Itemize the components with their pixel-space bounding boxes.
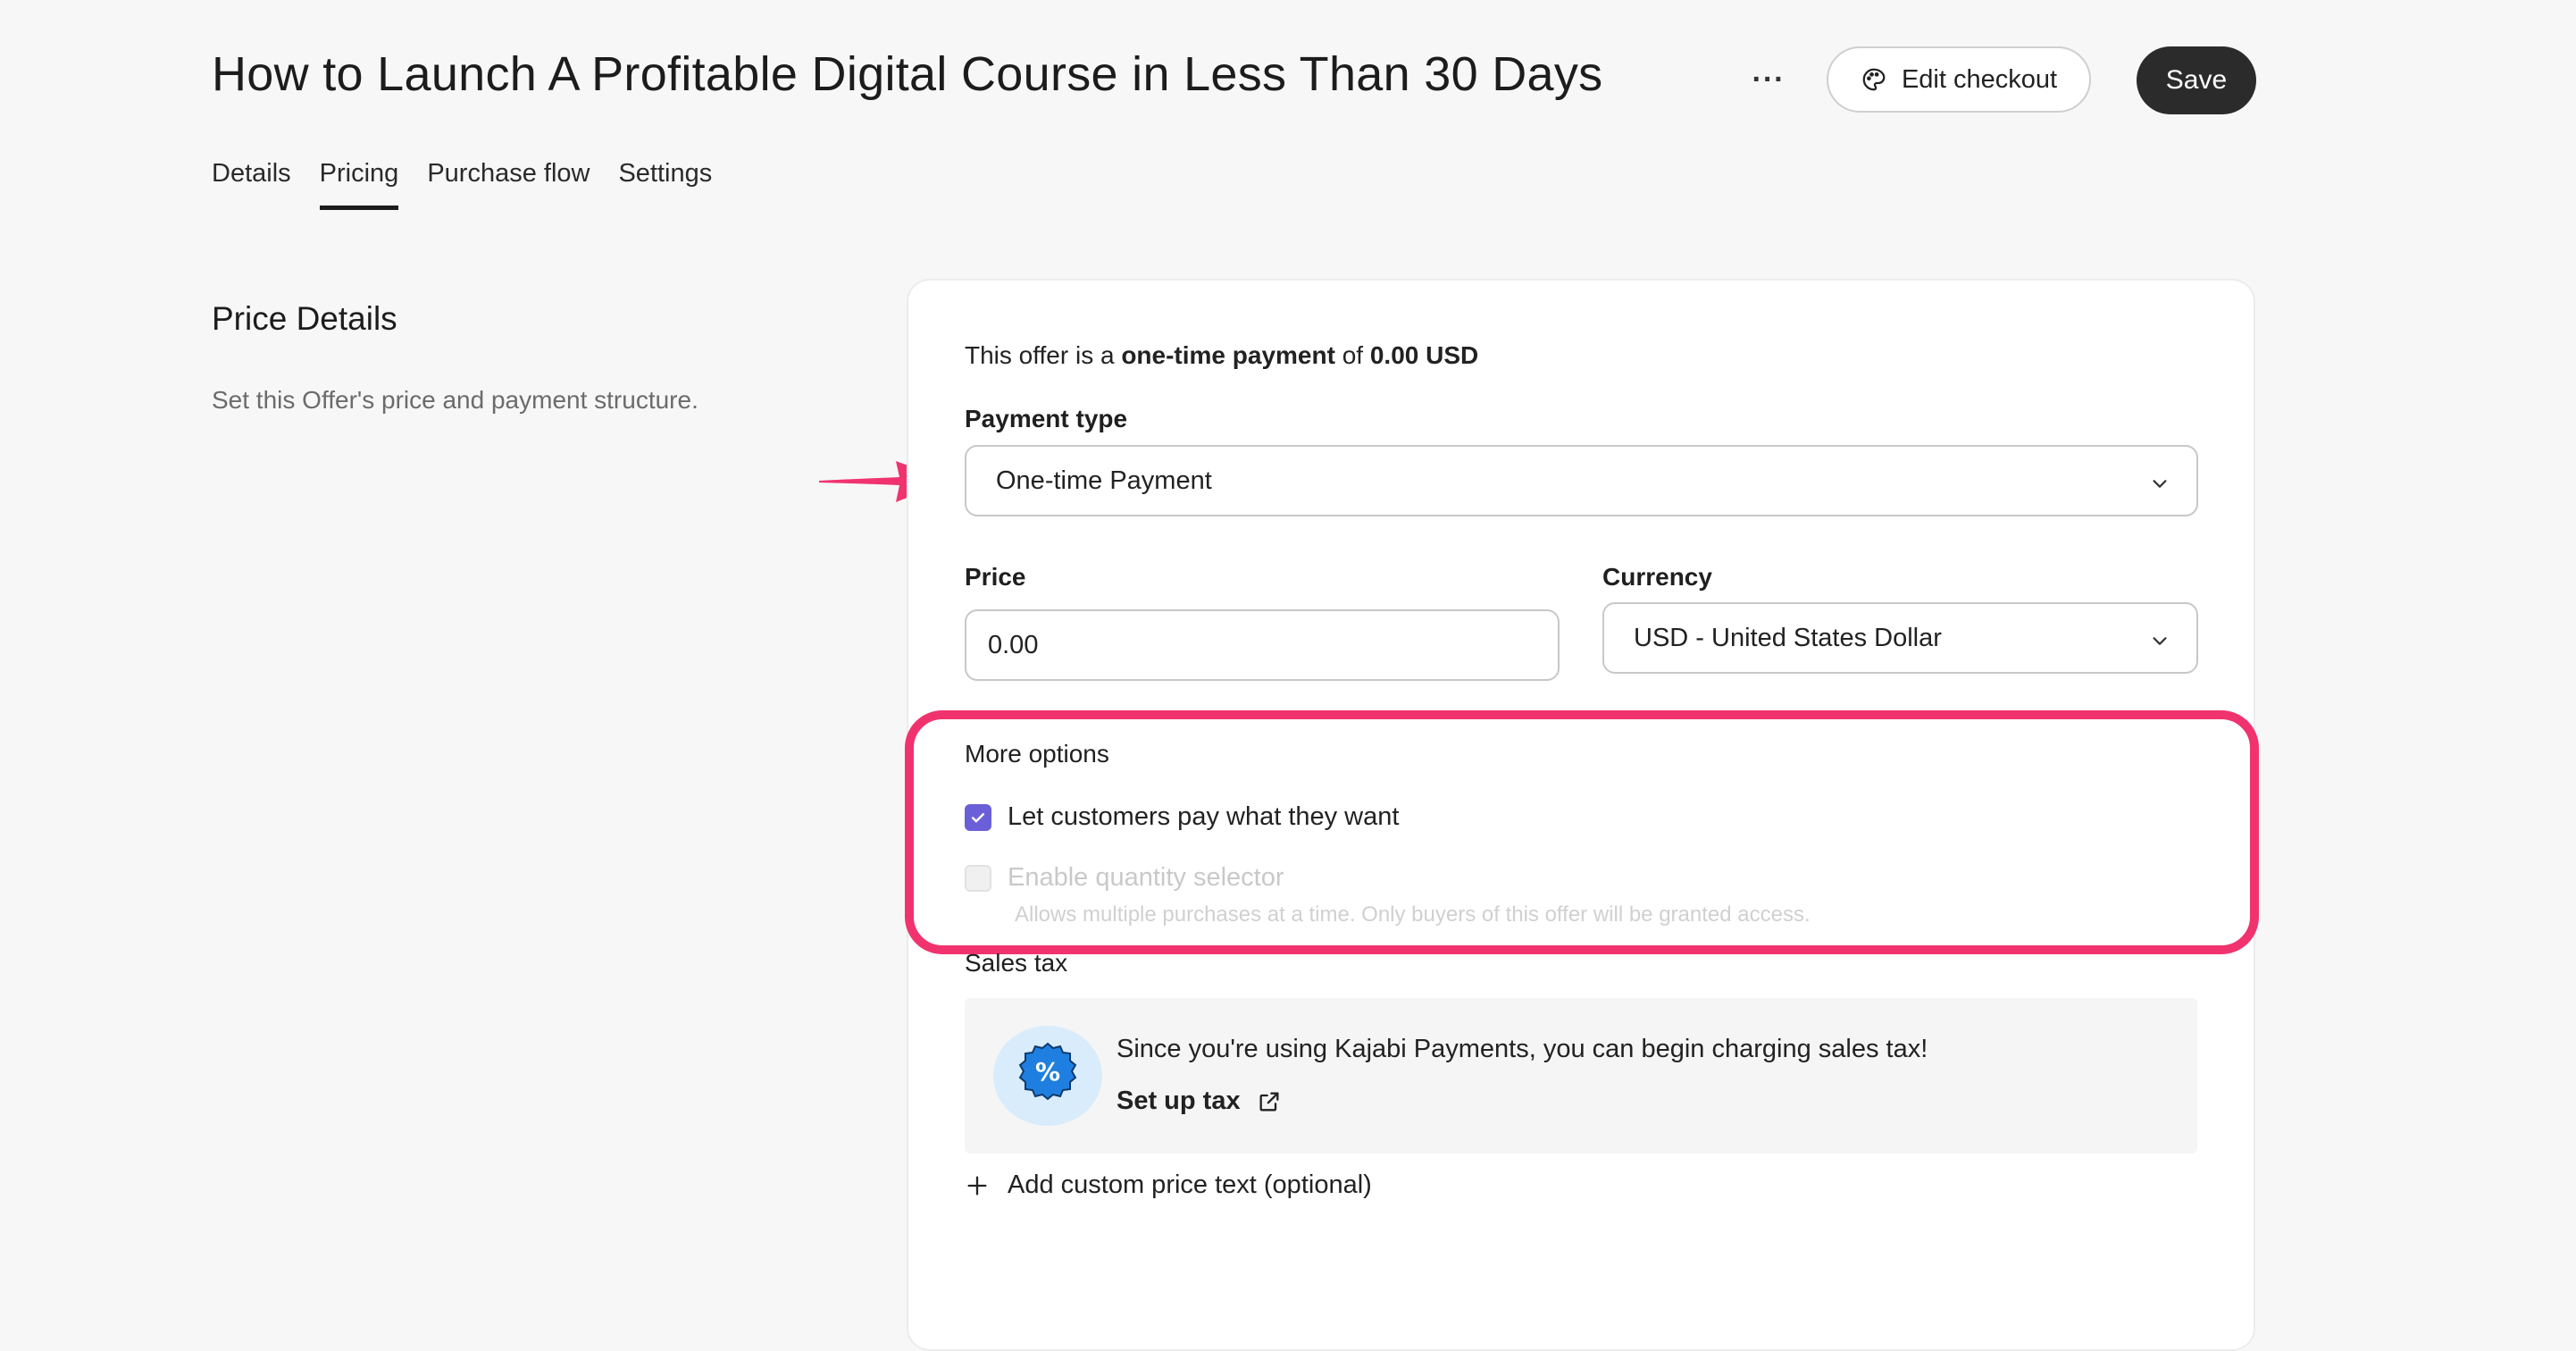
sales-tax-callout — [965, 998, 2197, 1154]
plus-icon — [965, 1173, 990, 1198]
add-custom-price-text-button[interactable]: Add custom price text (optional) — [965, 1171, 1372, 1200]
chevron-down-icon — [2150, 471, 2170, 491]
percent-symbol: % — [1035, 1057, 1060, 1087]
sales-tax-message: Since you're using Kajabi Payments, you … — [1117, 1035, 1928, 1063]
offer-summary: This offer is a one-time payment of 0.00… — [965, 341, 1478, 370]
summary-amount: 0.00 USD — [1369, 341, 1479, 369]
set-up-tax-label: Set up tax — [1117, 1087, 1241, 1115]
page-title: How to Launch A Profitable Digital Cours… — [212, 47, 1603, 101]
pay-what-you-want-label: Let customers pay what they want — [1008, 802, 1400, 831]
quantity-selector-label: Enable quantity selector — [1008, 863, 1284, 892]
edit-checkout-button[interactable]: Edit checkout — [1827, 46, 2091, 113]
more-options-title: More options — [965, 740, 1109, 768]
check-icon — [971, 812, 985, 822]
add-custom-price-text-label: Add custom price text (optional) — [1008, 1171, 1372, 1199]
payment-type-select[interactable]: One-time Payment — [965, 445, 2198, 516]
tab-pricing[interactable]: Pricing — [319, 159, 398, 210]
sales-tax-label: Sales tax — [965, 949, 1068, 977]
price-value: 0.00 — [988, 630, 1039, 659]
external-link-icon — [1257, 1089, 1282, 1114]
tab-bar: Details Pricing Purchase flow Settings — [212, 159, 712, 210]
payment-type-value: One-time Payment — [996, 466, 1212, 495]
pay-what-you-want-checkbox[interactable] — [965, 803, 991, 831]
edit-checkout-label: Edit checkout — [1901, 64, 2058, 94]
summary-middle: of — [1334, 341, 1370, 369]
tab-details[interactable]: Details — [212, 159, 291, 210]
tab-purchase-flow[interactable]: Purchase flow — [427, 159, 590, 210]
save-button[interactable]: Save — [2137, 46, 2256, 114]
chevron-down-icon — [2150, 628, 2170, 648]
set-up-tax-link[interactable]: Set up tax — [1117, 1087, 1282, 1116]
currency-value: USD - United States Dollar — [1634, 623, 1942, 652]
more-options-button[interactable]: ··· — [1746, 57, 1791, 102]
tab-settings[interactable]: Settings — [618, 159, 712, 210]
pay-what-you-want-option[interactable]: Let customers pay what they want — [965, 802, 1399, 832]
section-description: Set this Offer's price and payment struc… — [212, 386, 698, 414]
percent-badge-icon: % — [993, 1026, 1102, 1126]
summary-type: one-time payment — [1121, 341, 1335, 369]
price-input[interactable]: 0.00 — [965, 609, 1560, 681]
quantity-selector-checkbox[interactable] — [965, 864, 991, 892]
currency-select[interactable]: USD - United States Dollar — [1602, 602, 2198, 674]
quantity-selector-option[interactable]: Enable quantity selector — [965, 863, 1284, 893]
payment-type-label: Payment type — [965, 405, 1128, 432]
palette-icon — [1861, 66, 1887, 93]
section-title: Price Details — [212, 300, 397, 337]
price-label: Price — [965, 563, 1026, 591]
summary-prefix: This offer is a — [965, 341, 1122, 369]
quantity-selector-help: Allows multiple purchases at a time. Onl… — [1015, 902, 1811, 927]
currency-label: Currency — [1602, 563, 1712, 591]
